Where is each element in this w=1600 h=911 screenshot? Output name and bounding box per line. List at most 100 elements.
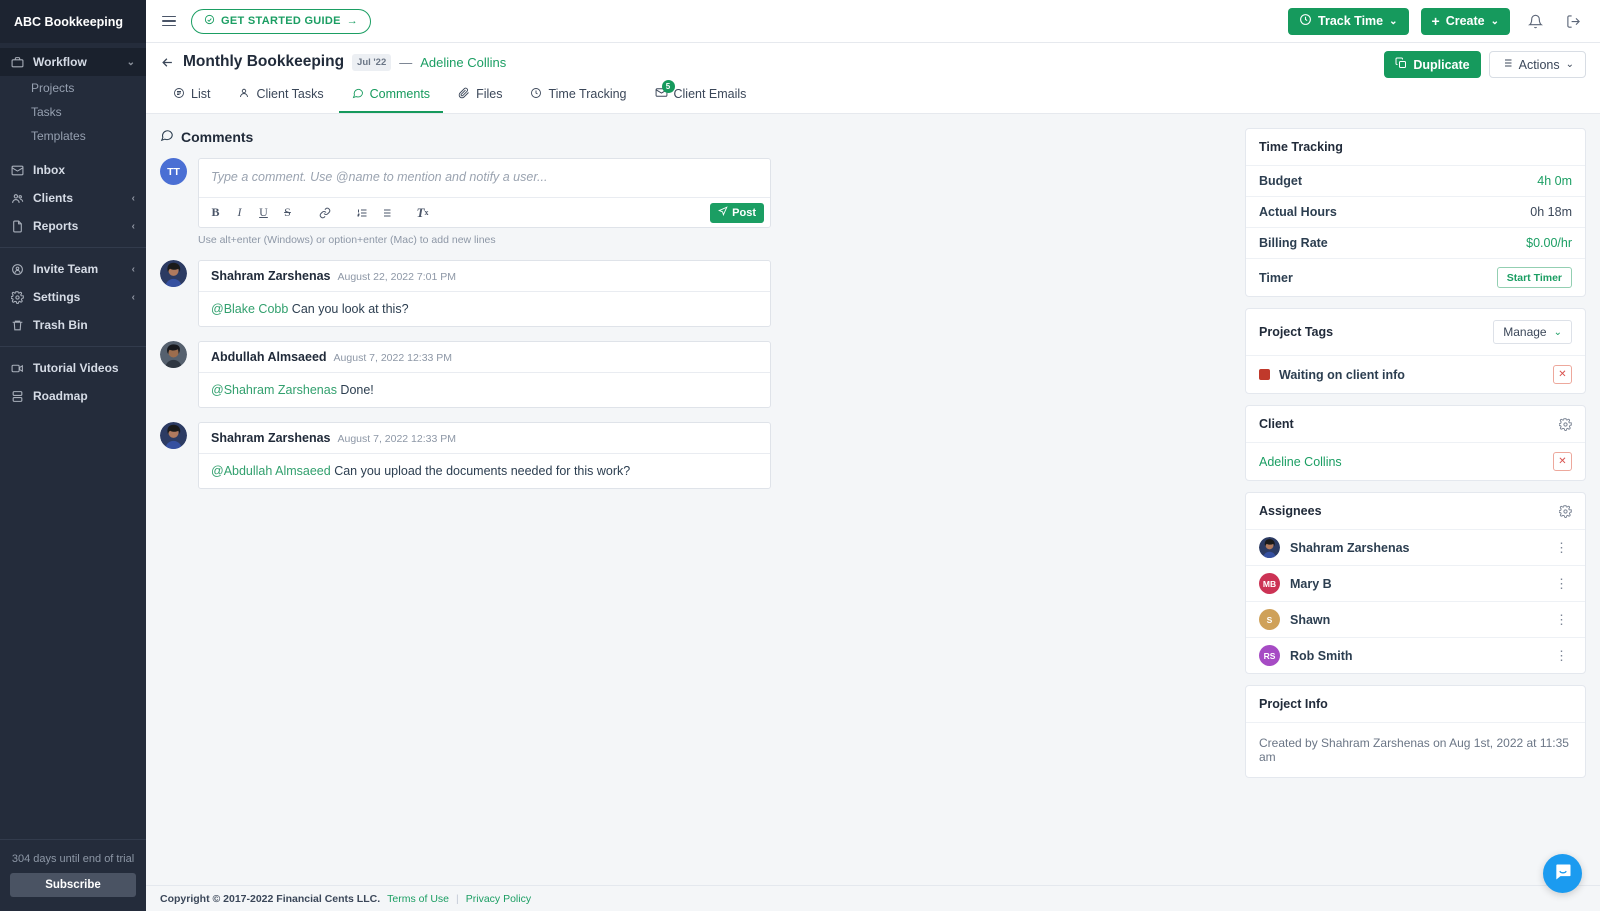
assignee-menu-icon[interactable]: ⋮ xyxy=(1551,541,1572,554)
sidebar-item-clients[interactable]: Clients ‹ xyxy=(0,184,146,212)
comment-input[interactable]: Type a comment. Use @name to mention and… xyxy=(199,159,770,197)
chat-icon xyxy=(1553,862,1573,885)
sidebar-item-trash-bin[interactable]: Trash Bin xyxy=(0,311,146,339)
notifications-bell-icon[interactable] xyxy=(1522,8,1548,34)
comment-mention[interactable]: @Abdullah Almsaeed xyxy=(211,464,331,478)
sidebar-item-templates[interactable]: Templates xyxy=(0,124,146,148)
terms-of-use-link[interactable]: Terms of Use xyxy=(387,893,449,905)
person-icon xyxy=(238,87,250,102)
sidebar-item-label: Roadmap xyxy=(33,389,88,403)
assignee-menu-icon[interactable]: ⋮ xyxy=(1551,649,1572,662)
duplicate-button[interactable]: Duplicate xyxy=(1384,51,1481,78)
sidebar-item-label: Settings xyxy=(33,290,81,304)
brand-title: ABC Bookkeeping xyxy=(0,0,146,43)
comment-card: Abdullah Almsaeed August 7, 2022 12:33 P… xyxy=(198,341,771,408)
avatar: RS xyxy=(1259,645,1280,666)
copy-icon xyxy=(1395,57,1407,72)
chat-widget-button[interactable] xyxy=(1543,854,1582,893)
italic-icon[interactable]: I xyxy=(229,202,250,223)
assignees-heading-label: Assignees xyxy=(1259,504,1322,518)
project-info-card: Project Info Created by Shahram Zarshena… xyxy=(1245,685,1586,778)
subscribe-button[interactable]: Subscribe xyxy=(10,873,136,897)
comment-text: Can you look at this? xyxy=(288,302,409,316)
comment-mention[interactable]: @Blake Cobb xyxy=(211,302,288,316)
strikethrough-icon[interactable]: S xyxy=(277,202,298,223)
actual-hours-label: Actual Hours xyxy=(1259,205,1337,219)
sidebar-item-label: Invite Team xyxy=(33,262,99,276)
manage-tags-button[interactable]: Manage ⌄ xyxy=(1493,320,1572,344)
sidebar-item-tasks[interactable]: Tasks xyxy=(0,100,146,124)
remove-tag-button[interactable]: ✕ xyxy=(1553,365,1572,384)
avatar: MB xyxy=(1259,573,1280,594)
tab-client-emails[interactable]: 5 Client Emails xyxy=(642,80,760,113)
sidebar-item-workflow[interactable]: Workflow ⌄ xyxy=(0,48,146,76)
link-icon[interactable] xyxy=(314,202,335,223)
chevron-left-icon: ‹ xyxy=(131,192,135,204)
paperclip-icon xyxy=(458,87,470,102)
tab-label: Time Tracking xyxy=(548,87,627,101)
assignee-menu-icon[interactable]: ⋮ xyxy=(1551,577,1572,590)
create-button[interactable]: + Create ⌄ xyxy=(1420,7,1510,35)
gear-icon[interactable] xyxy=(1559,504,1572,518)
sidebar: ABC Bookkeeping Workflow ⌄ Projects Task… xyxy=(0,0,146,911)
comment-item: Shahram Zarshenas August 22, 2022 7:01 P… xyxy=(160,260,1231,327)
sidebar-item-label: Clients xyxy=(33,191,74,205)
assignees-heading: Assignees xyxy=(1246,493,1585,530)
logout-icon[interactable] xyxy=(1560,8,1586,34)
clear-format-icon[interactable]: Tx xyxy=(412,202,433,223)
gear-icon[interactable] xyxy=(1559,417,1572,431)
remove-client-button[interactable]: ✕ xyxy=(1553,452,1572,471)
avatar xyxy=(160,260,187,287)
client-heading: Client xyxy=(1246,406,1585,443)
tab-label: List xyxy=(191,87,211,101)
actions-button[interactable]: Actions ⌄ xyxy=(1488,51,1586,78)
sidebar-item-reports[interactable]: Reports ‹ xyxy=(0,212,146,240)
sidebar-item-label: Trash Bin xyxy=(33,318,88,332)
project-tags-heading: Project Tags Manage ⌄ xyxy=(1246,309,1585,356)
tab-list[interactable]: List xyxy=(160,80,223,113)
project-actions: Duplicate Actions ⌄ xyxy=(1384,51,1586,78)
start-timer-button[interactable]: Start Timer xyxy=(1496,267,1572,288)
person-add-icon xyxy=(11,263,29,276)
bold-icon[interactable]: B xyxy=(205,202,226,223)
bullet-list-icon[interactable] xyxy=(375,202,396,223)
right-sidebar: Time Tracking Budget 4h 0m Actual Hours … xyxy=(1245,114,1600,885)
assignee-name: Mary B xyxy=(1290,576,1332,591)
sidebar-item-label: Inbox xyxy=(33,163,65,177)
comment-mention[interactable]: @Shahram Zarshenas xyxy=(211,383,337,397)
sidebar-item-projects[interactable]: Projects xyxy=(0,76,146,100)
sidebar-item-settings[interactable]: Settings ‹ xyxy=(0,283,146,311)
ordered-list-icon[interactable] xyxy=(351,202,372,223)
billing-rate-row: Billing Rate $0.00/hr xyxy=(1246,228,1585,259)
assignee-item: RS Rob Smith ⋮ xyxy=(1246,638,1585,673)
sidebar-item-roadmap[interactable]: Roadmap xyxy=(0,382,146,410)
comment-toolbar: B I U S T x Post xyxy=(199,197,770,227)
client-name-link[interactable]: Adeline Collins xyxy=(1259,455,1342,469)
back-arrow-icon[interactable] xyxy=(160,55,175,70)
sidebar-item-invite-team[interactable]: Invite Team ‹ xyxy=(0,255,146,283)
assignee-menu-icon[interactable]: ⋮ xyxy=(1551,613,1572,626)
timer-label: Timer xyxy=(1259,270,1293,285)
chevron-down-icon: ⌄ xyxy=(1565,59,1574,70)
tab-client-tasks[interactable]: Client Tasks xyxy=(225,80,336,113)
project-client-link[interactable]: Adeline Collins xyxy=(420,55,506,70)
tab-files[interactable]: Files xyxy=(445,80,515,113)
underline-icon[interactable]: U xyxy=(253,202,274,223)
get-started-guide-button[interactable]: GET STARTED GUIDE → xyxy=(191,8,372,34)
privacy-policy-link[interactable]: Privacy Policy xyxy=(466,893,531,905)
tab-label: Client Emails xyxy=(673,87,747,101)
tab-time-tracking[interactable]: Time Tracking xyxy=(517,80,639,113)
budget-label: Budget xyxy=(1259,174,1303,188)
post-comment-button[interactable]: Post xyxy=(710,202,764,223)
time-tracking-card: Time Tracking Budget 4h 0m Actual Hours … xyxy=(1245,128,1586,297)
sidebar-item-inbox[interactable]: Inbox xyxy=(0,156,146,184)
client-heading-label: Client xyxy=(1259,417,1294,431)
sidebar-item-tutorial-videos[interactable]: Tutorial Videos xyxy=(0,354,146,382)
actual-hours-row: Actual Hours 0h 18m xyxy=(1246,197,1585,228)
comment-card: Shahram Zarshenas August 7, 2022 12:33 P… xyxy=(198,422,771,489)
tab-comments[interactable]: Comments xyxy=(338,80,444,113)
envelope-icon xyxy=(11,164,29,177)
avatar: S xyxy=(1259,609,1280,630)
hamburger-menu-icon[interactable] xyxy=(159,13,179,30)
track-time-button[interactable]: Track Time ⌄ xyxy=(1288,7,1409,35)
